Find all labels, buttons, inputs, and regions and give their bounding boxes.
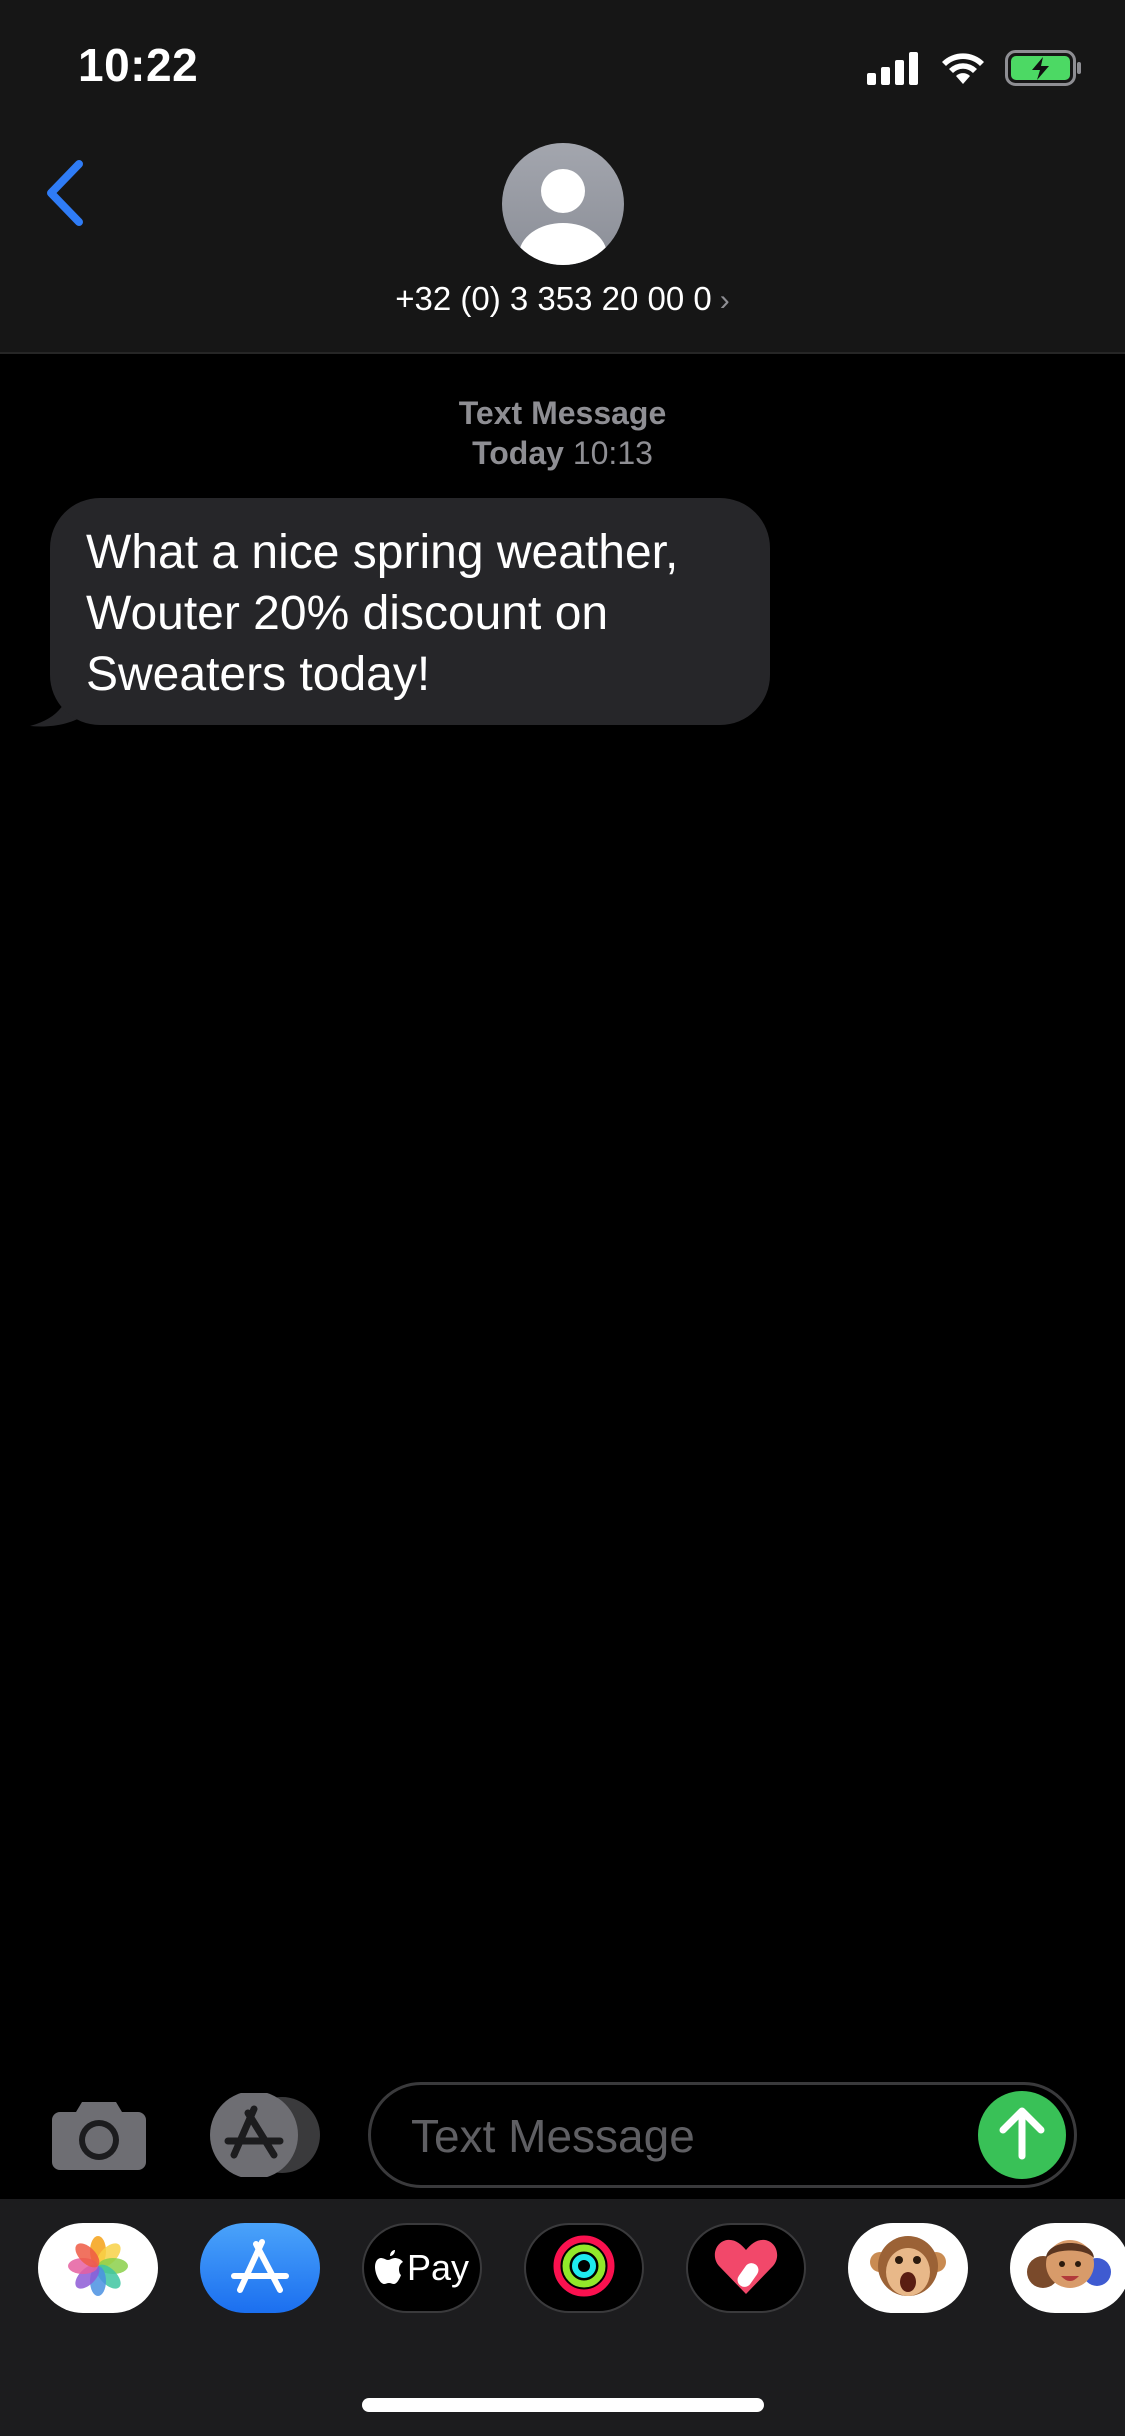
apple-pay-app-button[interactable]: Pay	[362, 2223, 482, 2313]
memoji-app-button[interactable]	[1010, 2223, 1125, 2313]
contact-details-link[interactable]: +32 (0) 3 353 20 00 0 ›	[0, 280, 1125, 318]
photos-app-icon	[66, 2234, 130, 2303]
cellular-signal-icon	[867, 51, 921, 90]
chevron-right-icon: ›	[719, 284, 730, 317]
app-store-icon	[208, 2091, 320, 2181]
camera-button[interactable]	[52, 2098, 146, 2170]
home-indicator[interactable]	[362, 2398, 764, 2412]
battery-charging-icon	[1005, 50, 1083, 91]
back-button[interactable]	[30, 150, 100, 240]
message-day: Today	[472, 435, 564, 471]
app-store-button[interactable]	[208, 2091, 320, 2179]
contact-number: +32 (0) 3 353 20 00 0	[395, 280, 712, 317]
apple-pay-app-icon: Pay	[374, 2247, 470, 2289]
messages-screen: 10:22 +32 (0) 3 353 20 00 0 › Text Messa…	[0, 0, 1125, 2436]
animoji-app-icon	[868, 2228, 948, 2309]
message-input[interactable]	[409, 2085, 973, 2187]
activity-app-icon	[552, 2234, 616, 2303]
digital-touch-app-icon	[713, 2236, 779, 2301]
incoming-message-bubble[interactable]: What a nice spring weather, Wouter 20% d…	[50, 498, 770, 725]
memoji-app-icon	[1025, 2226, 1115, 2311]
message-input-field[interactable]	[368, 2082, 1077, 2188]
arrow-up-icon	[997, 2106, 1047, 2165]
activity-app-button[interactable]	[524, 2223, 644, 2313]
status-time: 10:22	[78, 39, 199, 91]
digital-touch-app-button[interactable]	[686, 2223, 806, 2313]
message-type-label: Text Message	[458, 395, 667, 431]
app-store-app-icon	[228, 2236, 292, 2301]
apple-pay-label: Pay	[406, 2247, 470, 2288]
app-store-app-button[interactable]	[200, 2223, 320, 2313]
message-time: 10:13	[572, 435, 653, 471]
send-button[interactable]	[978, 2091, 1066, 2179]
photos-app-button[interactable]	[38, 2223, 158, 2313]
camera-icon	[52, 2102, 146, 2174]
wifi-icon	[939, 50, 987, 91]
message-timestamp: Text Message Today 10:13	[0, 393, 1125, 473]
animoji-app-button[interactable]	[848, 2223, 968, 2313]
conversation-header: 10:22 +32 (0) 3 353 20 00 0 ›	[0, 0, 1125, 354]
status-icons	[867, 50, 1083, 91]
person-icon	[502, 169, 624, 265]
contact-avatar[interactable]	[502, 143, 624, 265]
chevron-left-icon	[43, 158, 87, 233]
